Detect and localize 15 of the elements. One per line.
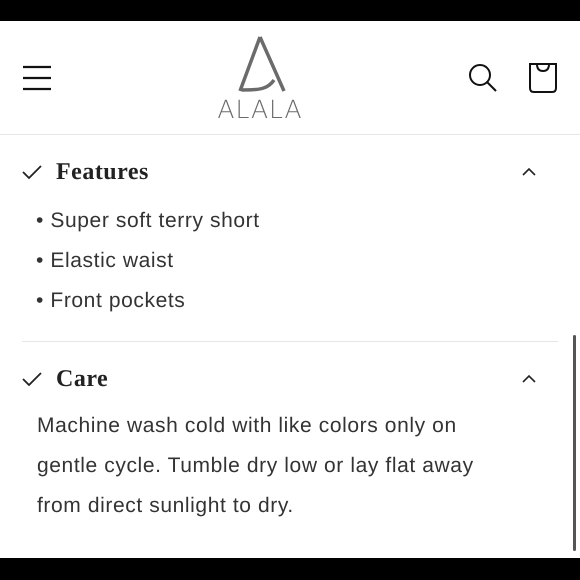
check-icon (22, 165, 42, 179)
check-icon (22, 372, 42, 386)
bag-icon[interactable] (528, 62, 558, 92)
section-title[interactable]: Features (56, 158, 522, 186)
section-title[interactable]: Care (56, 366, 522, 392)
care-text: Machine wash cold with like colors only on gentle cycle. Tumble dry low or lay flat away from direct sunlight to dry. (36, 413, 475, 519)
feature-item: • Front pockets (36, 288, 186, 314)
menu-icon[interactable] (22, 64, 52, 90)
feature-item: • Super soft terry short (36, 208, 261, 234)
chevron-icon[interactable] (522, 168, 536, 176)
scrollbar[interactable] (573, 335, 576, 551)
search-icon[interactable] (468, 62, 498, 92)
logo-text[interactable]: ALALA (217, 97, 303, 122)
feature-item: • Elastic waist (36, 248, 175, 274)
chevron-icon[interactable] (522, 375, 536, 383)
